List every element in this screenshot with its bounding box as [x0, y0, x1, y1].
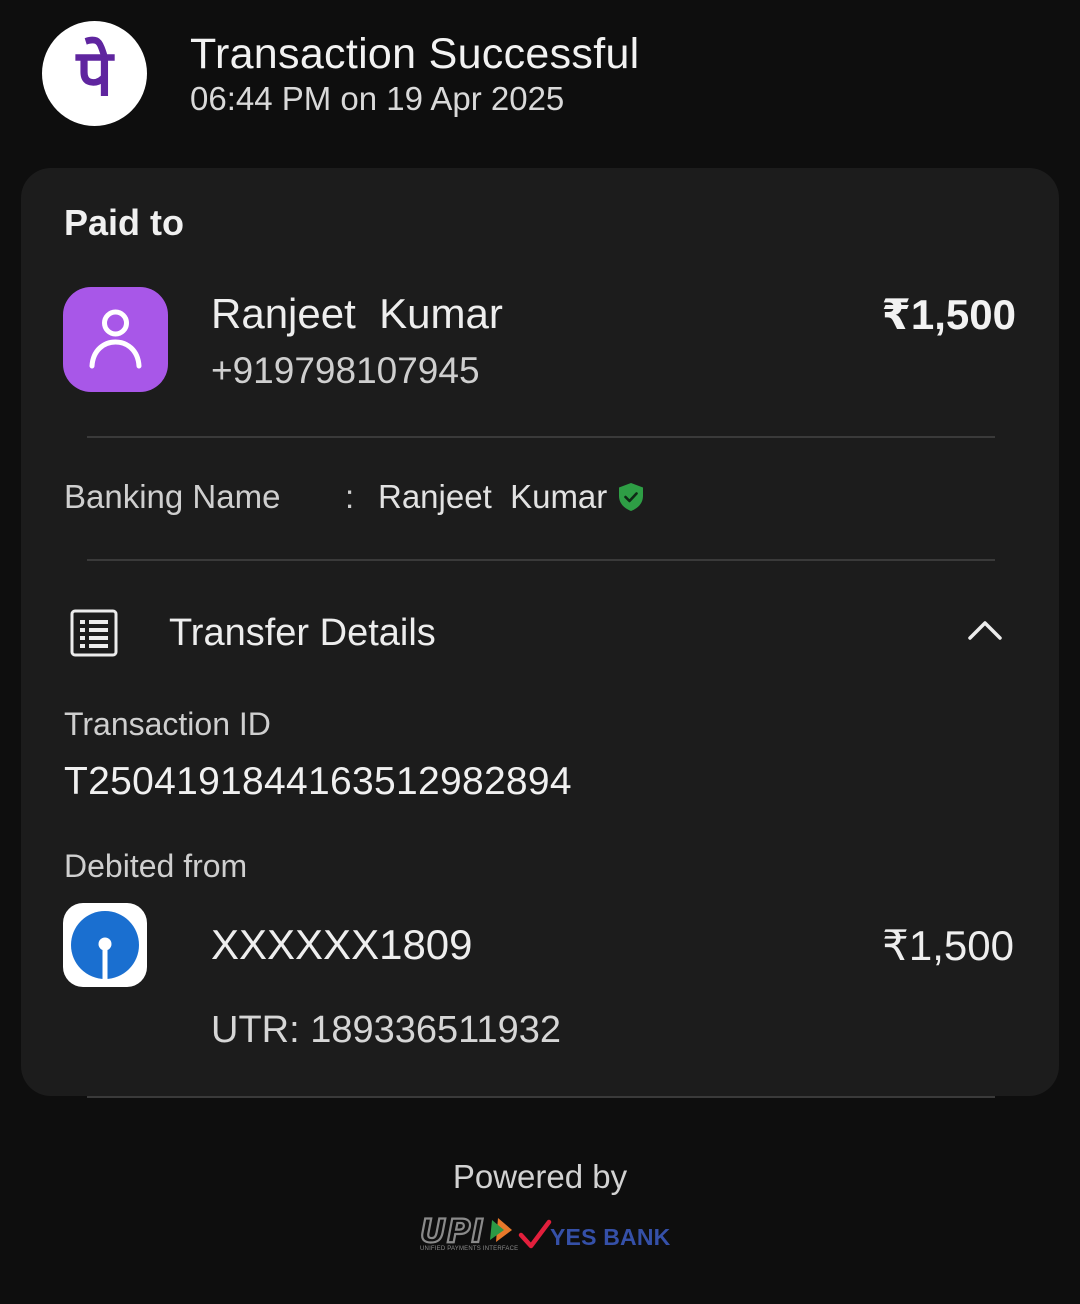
yes-bank-check-icon: [518, 1219, 552, 1249]
recipient-name: Ranjeet Kumar: [211, 290, 503, 337]
verified-shield-icon: [619, 483, 643, 511]
list-icon: [70, 609, 118, 657]
powered-by-label: Powered by: [452, 1158, 628, 1195]
person-icon: [89, 309, 142, 369]
chevron-up-icon[interactable]: [967, 618, 1003, 642]
receipt-header: पे Transaction Successful 06:44 PM on 19…: [0, 0, 1080, 150]
transaction-id-label: Transaction ID: [64, 706, 271, 742]
divider: [87, 559, 995, 561]
paid-to-label: Paid to: [64, 202, 185, 243]
transaction-status-title: Transaction Successful: [190, 30, 640, 78]
debit-account-number: XXXXXX1809: [211, 921, 473, 968]
transaction-datetime: 06:44 PM on 19 Apr 2025: [190, 80, 565, 117]
app-logo-glyph: पे: [76, 36, 113, 111]
bank-logo-icon: [63, 903, 147, 987]
debited-from-label: Debited from: [64, 848, 248, 884]
recipient-phone: +919798107945: [211, 350, 480, 391]
upi-logo-text: UPI: [420, 1212, 484, 1250]
banking-name-separator: :: [345, 478, 355, 515]
transfer-details-label: Transfer Details: [169, 612, 436, 654]
debit-amount: ₹1,500: [882, 922, 1014, 969]
phonepe-logo-icon: पे: [42, 21, 147, 126]
utr-number[interactable]: UTR: 189336511932: [211, 1009, 561, 1052]
sbi-logo-mark: [71, 911, 139, 979]
banking-name-value: Ranjeet Kumar: [378, 478, 608, 515]
paid-amount: ₹1,500: [881, 291, 1016, 338]
partner-bank-name: YES BANK: [550, 1224, 671, 1250]
banking-name-label: Banking Name: [64, 478, 281, 515]
contact-avatar[interactable]: [63, 287, 168, 392]
divider: [87, 436, 995, 438]
upi-subtext: UNIFIED PAYMENTS INTERFACE: [420, 1246, 519, 1252]
transaction-id-value[interactable]: T2504191844163512982894: [64, 760, 572, 804]
transfer-details-toggle[interactable]: Transfer Details: [21, 590, 1059, 680]
divider: [87, 1096, 995, 1098]
